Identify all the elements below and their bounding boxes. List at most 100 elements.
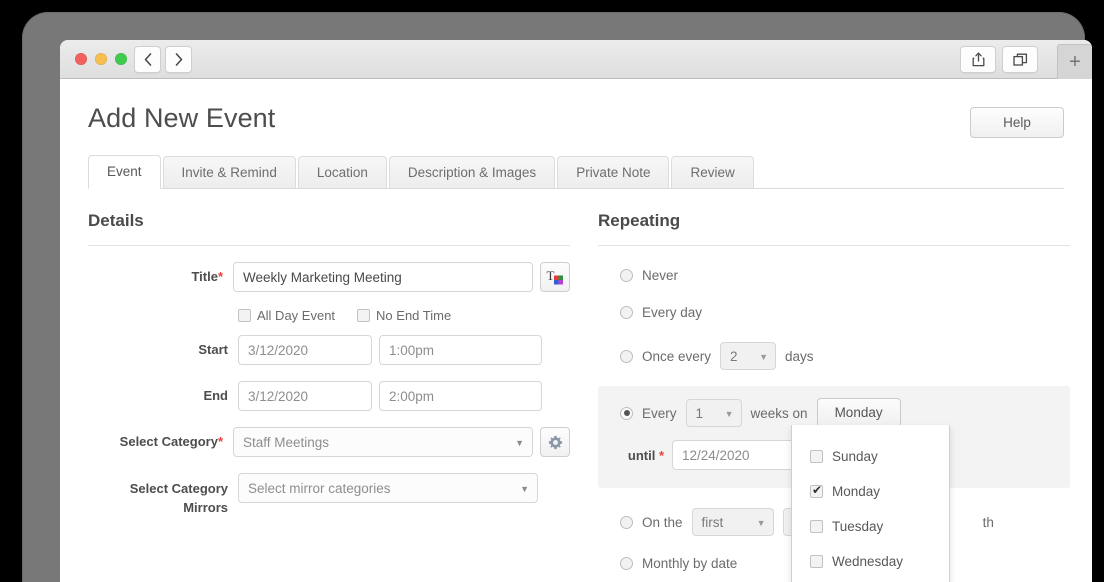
chevron-down-icon: ▼ [759,352,769,362]
category-settings-button[interactable] [540,427,570,457]
start-control: 3/12/2020 1:00pm [238,335,542,365]
select-category-dropdown[interactable]: Staff Meetings ▼ [233,427,533,457]
checkbox-icon [810,450,823,463]
on-the-label: On the [642,514,683,530]
chevron-left-icon [144,53,151,66]
forward-button[interactable] [165,46,192,73]
radio-icon-selected [620,406,633,420]
weekday-select-button[interactable]: Monday [816,398,901,428]
tab-description-images[interactable]: Description & Images [388,156,556,188]
toggles-row: All Day Event No End Time [88,308,570,323]
no-end-time-checkbox[interactable]: No End Time [357,308,451,323]
page-header: Add New Event Help [60,79,1092,138]
tab-location[interactable]: Location [297,156,387,188]
days-unit-label: days [785,348,814,364]
title-input[interactable]: Weekly Marketing Meeting [233,262,533,292]
end-date-input[interactable]: 3/12/2020 [238,381,372,411]
new-tab-button[interactable]: + [1057,44,1092,79]
start-time-input[interactable]: 1:00pm [379,335,542,365]
weekly-interval-dropdown[interactable]: 1 ▼ [685,399,742,427]
repeat-once-every-label: Once every [642,348,712,364]
category-mirrors-label-line1: Select Category [129,481,228,496]
weekly-interval-value: 1 [695,406,704,421]
text-color-button[interactable]: T [540,262,570,292]
minimize-window-button[interactable] [95,53,107,65]
chevron-down-icon: ▼ [724,409,734,419]
weekday-option-monday[interactable]: Monday [792,474,949,509]
help-button[interactable]: Help [970,107,1064,138]
details-section-title: Details [88,211,570,246]
select-category-control: Staff Meetings ▼ [233,427,570,457]
repeat-option-once-every[interactable]: Once every 2 ▼ days [620,342,1070,370]
window-controls [75,53,127,65]
weekday-option-wednesday[interactable]: Wednesday [792,544,949,579]
on-the-ordinal-dropdown[interactable]: first ▼ [691,508,774,536]
tab-invite-remind[interactable]: Invite & Remind [162,156,296,188]
until-label-text: until [627,447,656,463]
weekday-option-tuesday[interactable]: Tuesday [792,509,949,544]
checkbox-icon [810,555,823,568]
browser-titlebar: + [60,40,1092,79]
chevron-down-icon: ▼ [756,518,766,528]
title-label: Title* [88,262,233,292]
category-required-marker: * [217,434,223,449]
once-every-interval-value: 2 [730,349,738,364]
weekday-option-label: Sunday [832,449,878,464]
repeat-option-weekly[interactable]: Every 1 ▼ weeks on Monday [620,398,1070,428]
category-mirrors-control: Select mirror categories ▼ [238,473,538,503]
chevron-down-icon: ▼ [515,438,524,448]
radio-icon [620,515,633,529]
weekday-option-label: Tuesday [832,519,884,534]
weekly-repeat-panel: Every 1 ▼ weeks on Monday until * 12/24/… [598,386,1070,582]
radio-icon [620,306,633,319]
category-mirrors-dropdown[interactable]: Select mirror categories ▼ [238,473,538,503]
weekday-dropdown-panel: Sunday Monday Tuesday [791,425,950,582]
repeating-column: Repeating Never Every day Once every 2 ▼… [588,189,1070,582]
device-bezel: + Add New Event Help Event Invite & Remi… [22,12,1092,582]
checkbox-icon [357,309,371,322]
radio-icon [620,557,633,570]
browser-window: + Add New Event Help Event Invite & Remi… [60,40,1092,582]
text-color-icon: T [547,268,563,285]
tab-private-note[interactable]: Private Note [557,156,670,188]
page-title: Add New Event [88,103,276,133]
page-content: Add New Event Help Event Invite & Remind… [60,79,1092,582]
end-time-input[interactable]: 2:00pm [379,381,542,411]
chevron-right-icon [175,53,182,66]
once-every-interval-dropdown[interactable]: 2 ▼ [720,342,777,370]
screen: + Add New Event Help Event Invite & Remi… [0,0,1104,582]
start-date-input[interactable]: 3/12/2020 [238,335,372,365]
repeat-never-label: Never [642,268,679,283]
show-tabs-button[interactable] [1002,46,1038,73]
form-columns: Details Title* Weekly Marketing Meeting … [88,189,1070,582]
close-window-button[interactable] [75,53,87,65]
all-day-event-label: All Day Event [257,308,336,323]
event-toggles: All Day Event No End Time [238,308,451,323]
share-button[interactable] [960,46,996,73]
radio-icon [620,349,633,363]
start-row: Start 3/12/2020 1:00pm [88,335,570,365]
back-button[interactable] [134,46,161,73]
titlebar-right-buttons [960,46,1038,73]
category-mirrors-row: Select Category Mirrors Select mirror ca… [88,473,570,517]
repeat-option-never[interactable]: Never [620,268,1070,283]
no-end-time-label: No End Time [376,308,452,323]
weekday-option-label: Monday [832,484,881,499]
share-icon [972,52,984,67]
tab-bar: Event Invite & Remind Location Descripti… [88,155,1064,189]
copy-tabs-icon [1012,53,1027,66]
tab-event[interactable]: Event [88,155,161,189]
on-the-ordinal-value: first [701,515,724,530]
repeat-option-every-day[interactable]: Every day [620,305,1070,320]
until-label: until * [598,448,664,463]
weekday-option-label: Wednesday [832,554,904,569]
monthly-by-date-label: Monthly by date [642,556,738,571]
checkbox-icon [810,520,823,533]
end-label: End [203,388,228,403]
all-day-event-checkbox[interactable]: All Day Event [238,308,335,323]
maximize-window-button[interactable] [115,53,127,65]
end-row: End 3/12/2020 2:00pm [88,381,570,411]
svg-text:T: T [547,268,555,283]
weekday-option-sunday[interactable]: Sunday [792,439,949,474]
tab-review[interactable]: Review [671,156,754,188]
